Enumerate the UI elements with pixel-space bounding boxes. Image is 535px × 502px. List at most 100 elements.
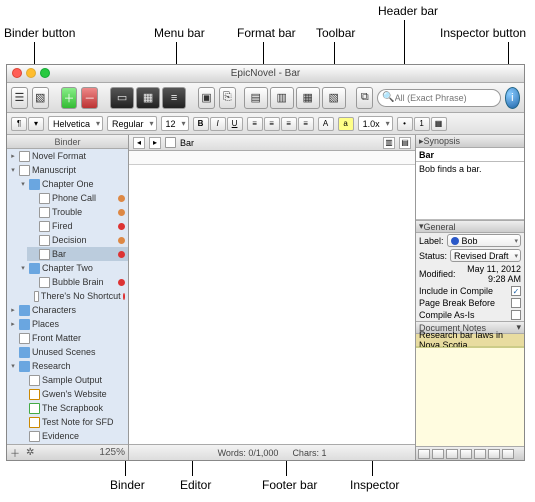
list-number-button[interactable]: 1 (414, 117, 430, 131)
inspector-button[interactable]: i (505, 87, 520, 109)
group-a-button[interactable]: ▤ (244, 87, 268, 109)
font-select[interactable]: Helvetica (48, 116, 103, 131)
binder-item[interactable]: Bar (27, 247, 128, 261)
align-center-button[interactable]: ≡ (264, 117, 280, 131)
nav-forward-button[interactable]: ▸ (149, 137, 161, 149)
preset-button[interactable]: ¶ (11, 117, 27, 131)
synopsis-title[interactable]: Bar (416, 148, 524, 162)
insp-tab-2[interactable] (432, 449, 444, 459)
binder-item-label: The Scrapbook (42, 403, 103, 413)
doc-notes-text[interactable]: Research bar laws in Nova Scotia. (416, 334, 524, 347)
binder-item[interactable]: Front Matter (7, 331, 128, 345)
disclosure-icon[interactable]: ▾ (19, 180, 27, 188)
disclosure-icon[interactable]: ▸ (9, 320, 17, 328)
binder-item[interactable]: Fired (27, 219, 128, 233)
disclosure-icon[interactable]: ▾ (9, 362, 17, 370)
list-bullet-button[interactable]: • (397, 117, 413, 131)
group-b-button[interactable]: ▥ (270, 87, 294, 109)
search-input[interactable] (395, 93, 496, 103)
align-justify-button[interactable]: ≡ (298, 117, 314, 131)
split-v-button[interactable]: ▤ (399, 137, 411, 149)
binder-item[interactable]: ▸Novel Format (7, 149, 128, 163)
table-button[interactable]: ▦ (431, 117, 447, 131)
font-style-select[interactable]: Regular (107, 116, 157, 131)
group-d-button[interactable]: ▧ (322, 87, 346, 109)
quickref-button[interactable]: ⧉ (356, 87, 373, 109)
editor-ruler[interactable] (129, 151, 415, 165)
underline-button[interactable]: U (227, 117, 243, 131)
include-compile-checkbox[interactable]: ✓ (511, 286, 521, 296)
binder-item[interactable]: ▾Manuscript (7, 163, 128, 177)
binder-item[interactable]: ▾Research (7, 359, 128, 373)
preset-menu[interactable]: ▾ (28, 117, 44, 131)
binder-item[interactable]: Evidence (17, 429, 128, 443)
general-header[interactable]: ▾ General (416, 220, 524, 233)
synopsis-text[interactable]: Bob finds a bar. (416, 162, 524, 220)
insp-tab-7[interactable] (502, 449, 514, 459)
group-c-button[interactable]: ▦ (296, 87, 320, 109)
bold-button[interactable]: B (193, 117, 209, 131)
binder-button[interactable]: ☰ (11, 87, 28, 109)
insp-tab-6[interactable] (488, 449, 500, 459)
binder-menu-icon[interactable]: ✲ (26, 447, 34, 458)
binder-item[interactable]: ▸Characters (7, 303, 128, 317)
text-color-button[interactable]: A (318, 117, 334, 131)
binder-tree[interactable]: ▸Novel Format▾Manuscript▾Chapter OnePhon… (7, 149, 128, 444)
disclosure-icon[interactable]: ▾ (9, 166, 17, 174)
search-field[interactable]: 🔍 (377, 89, 500, 107)
label-select[interactable]: Bob (447, 234, 521, 247)
doc-icon (29, 431, 40, 442)
view-mode-corkboard[interactable]: ▦ (136, 87, 160, 109)
view-mode-document[interactable]: ▭ (110, 87, 134, 109)
binder-item[interactable]: Gwen's Website (17, 387, 128, 401)
highlight-button[interactable]: a (338, 117, 354, 131)
binder-item-label: Chapter Two (42, 263, 93, 273)
compose-button[interactable]: ▣ (198, 87, 215, 109)
close-icon[interactable] (12, 68, 22, 78)
binder-item[interactable]: Decision (27, 233, 128, 247)
view-mode-outline[interactable]: ≡ (162, 87, 186, 109)
binder-item[interactable]: Unused Scenes (7, 345, 128, 359)
split-h-button[interactable]: ▥ (383, 137, 395, 149)
disclosure-icon[interactable]: ▸ (9, 152, 17, 160)
align-right-button[interactable]: ≡ (281, 117, 297, 131)
font-size-select[interactable]: 12 (161, 116, 189, 131)
binder-item[interactable]: The Scrapbook (17, 401, 128, 415)
binder-item[interactable]: Phone Call (27, 191, 128, 205)
binder-item[interactable]: Sample Output (17, 373, 128, 387)
binder-item[interactable]: There's No Shortcut (27, 289, 128, 303)
status-dot-icon (118, 237, 125, 244)
insp-tab-4[interactable] (460, 449, 472, 459)
disclosure-icon[interactable]: ▸ (9, 306, 17, 314)
binder-item[interactable]: Bubble Brain (27, 275, 128, 289)
binder-item[interactable]: ▸Places (7, 317, 128, 331)
minimize-icon[interactable] (26, 68, 36, 78)
insp-tab-1[interactable] (418, 449, 430, 459)
synopsis-header[interactable]: ▸ Synopsis (416, 135, 524, 148)
editor-body[interactable] (129, 165, 415, 444)
compile-button[interactable]: ⎘ (219, 87, 236, 109)
status-select[interactable]: Revised Draft (450, 249, 521, 262)
add-button[interactable]: ＋ (61, 87, 78, 109)
insp-tab-3[interactable] (446, 449, 458, 459)
linespacing-select[interactable]: 1.0x (358, 116, 393, 131)
binder-item[interactable]: ▾ Chapter Two (17, 261, 128, 275)
noteyellow-icon (29, 389, 40, 400)
doc-notes-area[interactable] (416, 347, 524, 446)
add-doc-icon[interactable]: ＋ (10, 445, 20, 460)
binder-item[interactable]: Test Note for SFD (17, 415, 128, 429)
binder-item[interactable]: Trouble (27, 205, 128, 219)
insp-tab-5[interactable] (474, 449, 486, 459)
compile-asis-checkbox[interactable] (511, 310, 521, 320)
delete-button[interactable]: － (81, 87, 98, 109)
callout-inspector-button: Inspector button (440, 26, 526, 40)
pagebreak-checkbox[interactable] (511, 298, 521, 308)
zoom-level[interactable]: 125% (99, 447, 125, 458)
nav-back-button[interactable]: ◂ (133, 137, 145, 149)
disclosure-icon[interactable]: ▾ (19, 264, 27, 272)
align-left-button[interactable]: ≡ (247, 117, 263, 131)
binder-item[interactable]: ▾Chapter One (17, 177, 128, 191)
italic-button[interactable]: I (210, 117, 226, 131)
collections-button[interactable]: ▧ (32, 87, 49, 109)
zoom-icon[interactable] (40, 68, 50, 78)
